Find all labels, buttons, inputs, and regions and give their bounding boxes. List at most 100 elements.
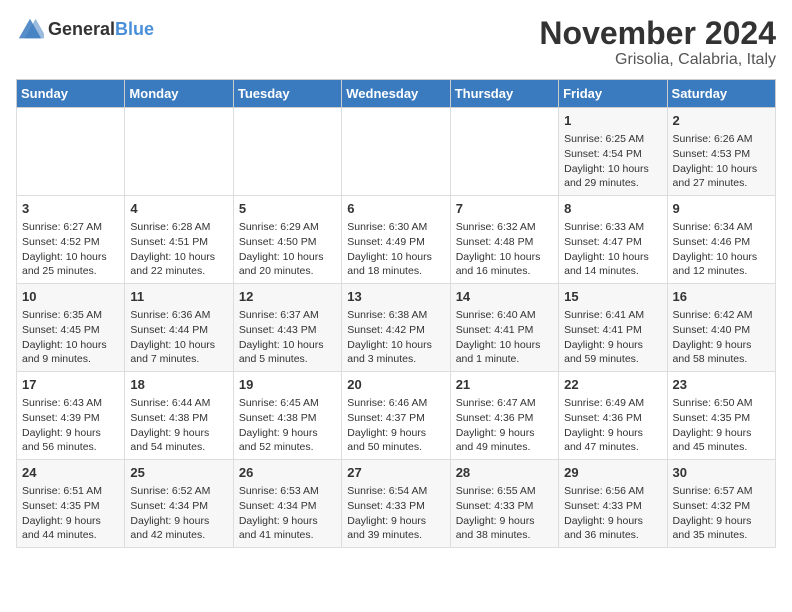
- logo: GeneralBlue: [16, 16, 154, 44]
- day-info: Sunset: 4:33 PM: [456, 499, 553, 514]
- day-info: Sunset: 4:41 PM: [456, 323, 553, 338]
- calendar-cell: [342, 108, 450, 196]
- day-info: Sunrise: 6:46 AM: [347, 396, 444, 411]
- day-info: Sunset: 4:44 PM: [130, 323, 227, 338]
- day-number: 22: [564, 376, 661, 394]
- calendar-cell: 20Sunrise: 6:46 AMSunset: 4:37 PMDayligh…: [342, 372, 450, 460]
- day-info: Daylight: 10 hours and 18 minutes.: [347, 250, 444, 279]
- day-info: Sunset: 4:41 PM: [564, 323, 661, 338]
- calendar-cell: 22 Sunrise: 6:49 AMSunset: 4:36 PMDayligh…: [559, 372, 667, 460]
- day-info: Daylight: 10 hours and 12 minutes.: [673, 250, 770, 279]
- day-info: Sunset: 4:36 PM: [456, 411, 553, 426]
- day-number: 23: [673, 376, 770, 394]
- calendar-week-2: 3Sunrise: 6:27 AMSunset: 4:52 PMDaylight…: [17, 196, 776, 284]
- day-info: Sunrise: 6:30 AM: [347, 220, 444, 235]
- location: Grisolia, Calabria, Italy: [539, 51, 776, 69]
- day-number: 18: [130, 376, 227, 394]
- day-info: Sunrise: 6:44 AM: [130, 396, 227, 411]
- day-info: Sunrise: 6:34 AM: [673, 220, 770, 235]
- day-number: 27: [347, 464, 444, 482]
- calendar-body: 1 Sunrise: 6:25 AMSunset: 4:54 PM Daylight…: [17, 108, 776, 548]
- day-number: 24: [22, 464, 119, 482]
- day-number: 20: [347, 376, 444, 394]
- day-info: Daylight: 10 hours and 27 minutes.: [673, 162, 770, 191]
- day-info: Sunrise: 6:40 AM: [456, 308, 553, 323]
- day-info: Daylight: 9 hours and 45 minutes.: [673, 426, 770, 455]
- calendar-cell: [17, 108, 125, 196]
- day-number: 10: [22, 288, 119, 306]
- day-number: 12: [239, 288, 336, 306]
- day-info: Sunset: 4:48 PM: [456, 235, 553, 250]
- day-info: Sunset: 4:38 PM: [239, 411, 336, 426]
- day-info: Sunrise: 6:56 AM: [564, 484, 661, 499]
- day-info: Sunset: 4:50 PM: [239, 235, 336, 250]
- day-info: Daylight: 10 hours and 1 minute.: [456, 338, 553, 367]
- day-info: Sunrise: 6:50 AM: [673, 396, 770, 411]
- day-info: Daylight: 10 hours and 20 minutes.: [239, 250, 336, 279]
- day-info: Sunrise: 6:32 AM: [456, 220, 553, 235]
- calendar-cell: [450, 108, 558, 196]
- day-number: 14: [456, 288, 553, 306]
- day-info: Sunrise: 6:49 AM: [564, 396, 661, 411]
- day-number: 4: [130, 200, 227, 218]
- day-info: Sunrise: 6:54 AM: [347, 484, 444, 499]
- calendar-cell: 15Sunrise: 6:41 AMSunset: 4:41 PMDayligh…: [559, 284, 667, 372]
- day-info: Daylight: 9 hours and 41 minutes.: [239, 514, 336, 543]
- day-info: Sunrise: 6:28 AM: [130, 220, 227, 235]
- day-info: Sunset: 4:34 PM: [130, 499, 227, 514]
- day-info: Sunset: 4:54 PM: [564, 147, 661, 162]
- day-info: Sunrise: 6:47 AM: [456, 396, 553, 411]
- col-thursday: Thursday: [450, 80, 558, 108]
- day-info: Daylight: 9 hours and 44 minutes.: [22, 514, 119, 543]
- day-number: 8: [564, 200, 661, 218]
- calendar-header: Sunday Monday Tuesday Wednesday Thursday…: [17, 80, 776, 108]
- day-number: 13: [347, 288, 444, 306]
- day-info: Sunset: 4:45 PM: [22, 323, 119, 338]
- day-info: Sunset: 4:35 PM: [22, 499, 119, 514]
- col-wednesday: Wednesday: [342, 80, 450, 108]
- day-info: Daylight: 10 hours and 5 minutes.: [239, 338, 336, 367]
- calendar-cell: 18Sunrise: 6:44 AMSunset: 4:38 PMDayligh…: [125, 372, 233, 460]
- day-info: Sunrise: 6:26 AM: [673, 132, 770, 147]
- day-info: Sunrise: 6:29 AM: [239, 220, 336, 235]
- day-info: Sunrise: 6:35 AM: [22, 308, 119, 323]
- logo-general: GeneralBlue: [48, 20, 154, 40]
- calendar-cell: 5 Sunrise: 6:29 AMSunset: 4:50 PMDaylight…: [233, 196, 341, 284]
- day-info: Daylight: 9 hours and 35 minutes.: [673, 514, 770, 543]
- day-info: Daylight: 10 hours and 3 minutes.: [347, 338, 444, 367]
- day-info: Sunset: 4:36 PM: [564, 411, 661, 426]
- day-info: Sunrise: 6:25 AM: [564, 132, 661, 147]
- day-info: Daylight: 9 hours and 59 minutes.: [564, 338, 661, 367]
- calendar-cell: 2Sunrise: 6:26 AMSunset: 4:53 PMDaylight…: [667, 108, 775, 196]
- day-info: Daylight: 9 hours and 47 minutes.: [564, 426, 661, 455]
- day-info: Daylight: 9 hours and 52 minutes.: [239, 426, 336, 455]
- day-info: Sunset: 4:39 PM: [22, 411, 119, 426]
- day-info: Sunset: 4:52 PM: [22, 235, 119, 250]
- day-info: Sunrise: 6:27 AM: [22, 220, 119, 235]
- calendar-cell: 29Sunrise: 6:56 AMSunset: 4:33 PMDayligh…: [559, 459, 667, 547]
- calendar-week-1: 1 Sunrise: 6:25 AMSunset: 4:54 PM Daylight…: [17, 108, 776, 196]
- day-info: Sunset: 4:47 PM: [564, 235, 661, 250]
- day-number: 26: [239, 464, 336, 482]
- calendar-cell: [125, 108, 233, 196]
- day-info: Daylight: 10 hours and 14 minutes.: [564, 250, 661, 279]
- calendar-cell: 19Sunrise: 6:45 AMSunset: 4:38 PMDayligh…: [233, 372, 341, 460]
- calendar-cell: [233, 108, 341, 196]
- col-sunday: Sunday: [17, 80, 125, 108]
- day-number: 29: [564, 464, 661, 482]
- col-saturday: Saturday: [667, 80, 775, 108]
- col-monday: Monday: [125, 80, 233, 108]
- day-number: 19: [239, 376, 336, 394]
- month-title: November 2024: [539, 16, 776, 51]
- calendar-cell: 4Sunrise: 6:28 AMSunset: 4:51 PMDaylight…: [125, 196, 233, 284]
- day-info: Sunrise: 6:57 AM: [673, 484, 770, 499]
- calendar-cell: 26Sunrise: 6:53 AMSunset: 4:34 PMDayligh…: [233, 459, 341, 547]
- day-info: Sunrise: 6:42 AM: [673, 308, 770, 323]
- day-info: Daylight: 10 hours and 22 minutes.: [130, 250, 227, 279]
- day-number: 5: [239, 200, 336, 218]
- day-info: Sunset: 4:33 PM: [564, 499, 661, 514]
- calendar-cell: 25Sunrise: 6:52 AMSunset: 4:34 PMDayligh…: [125, 459, 233, 547]
- day-number: 1: [564, 112, 661, 130]
- calendar-cell: 27Sunrise: 6:54 AMSunset: 4:33 PMDayligh…: [342, 459, 450, 547]
- day-info: Sunset: 4:32 PM: [673, 499, 770, 514]
